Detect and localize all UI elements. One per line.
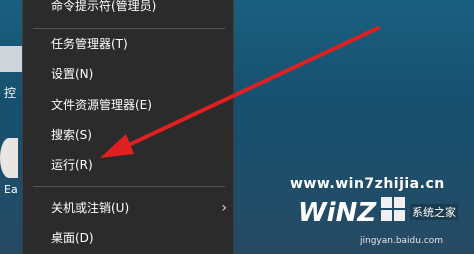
arrow-head [100,134,134,158]
watermark-logo-tag: 系统之家 [410,204,458,220]
watermark-logo: WiNZ [298,198,377,228]
watermark-url: www.win7zhijia.cn [290,176,445,192]
windows-logo-icon [381,197,405,221]
watermark-jingyan: jingyan.baidu.com [360,236,444,246]
arrow-shaft [116,26,380,152]
